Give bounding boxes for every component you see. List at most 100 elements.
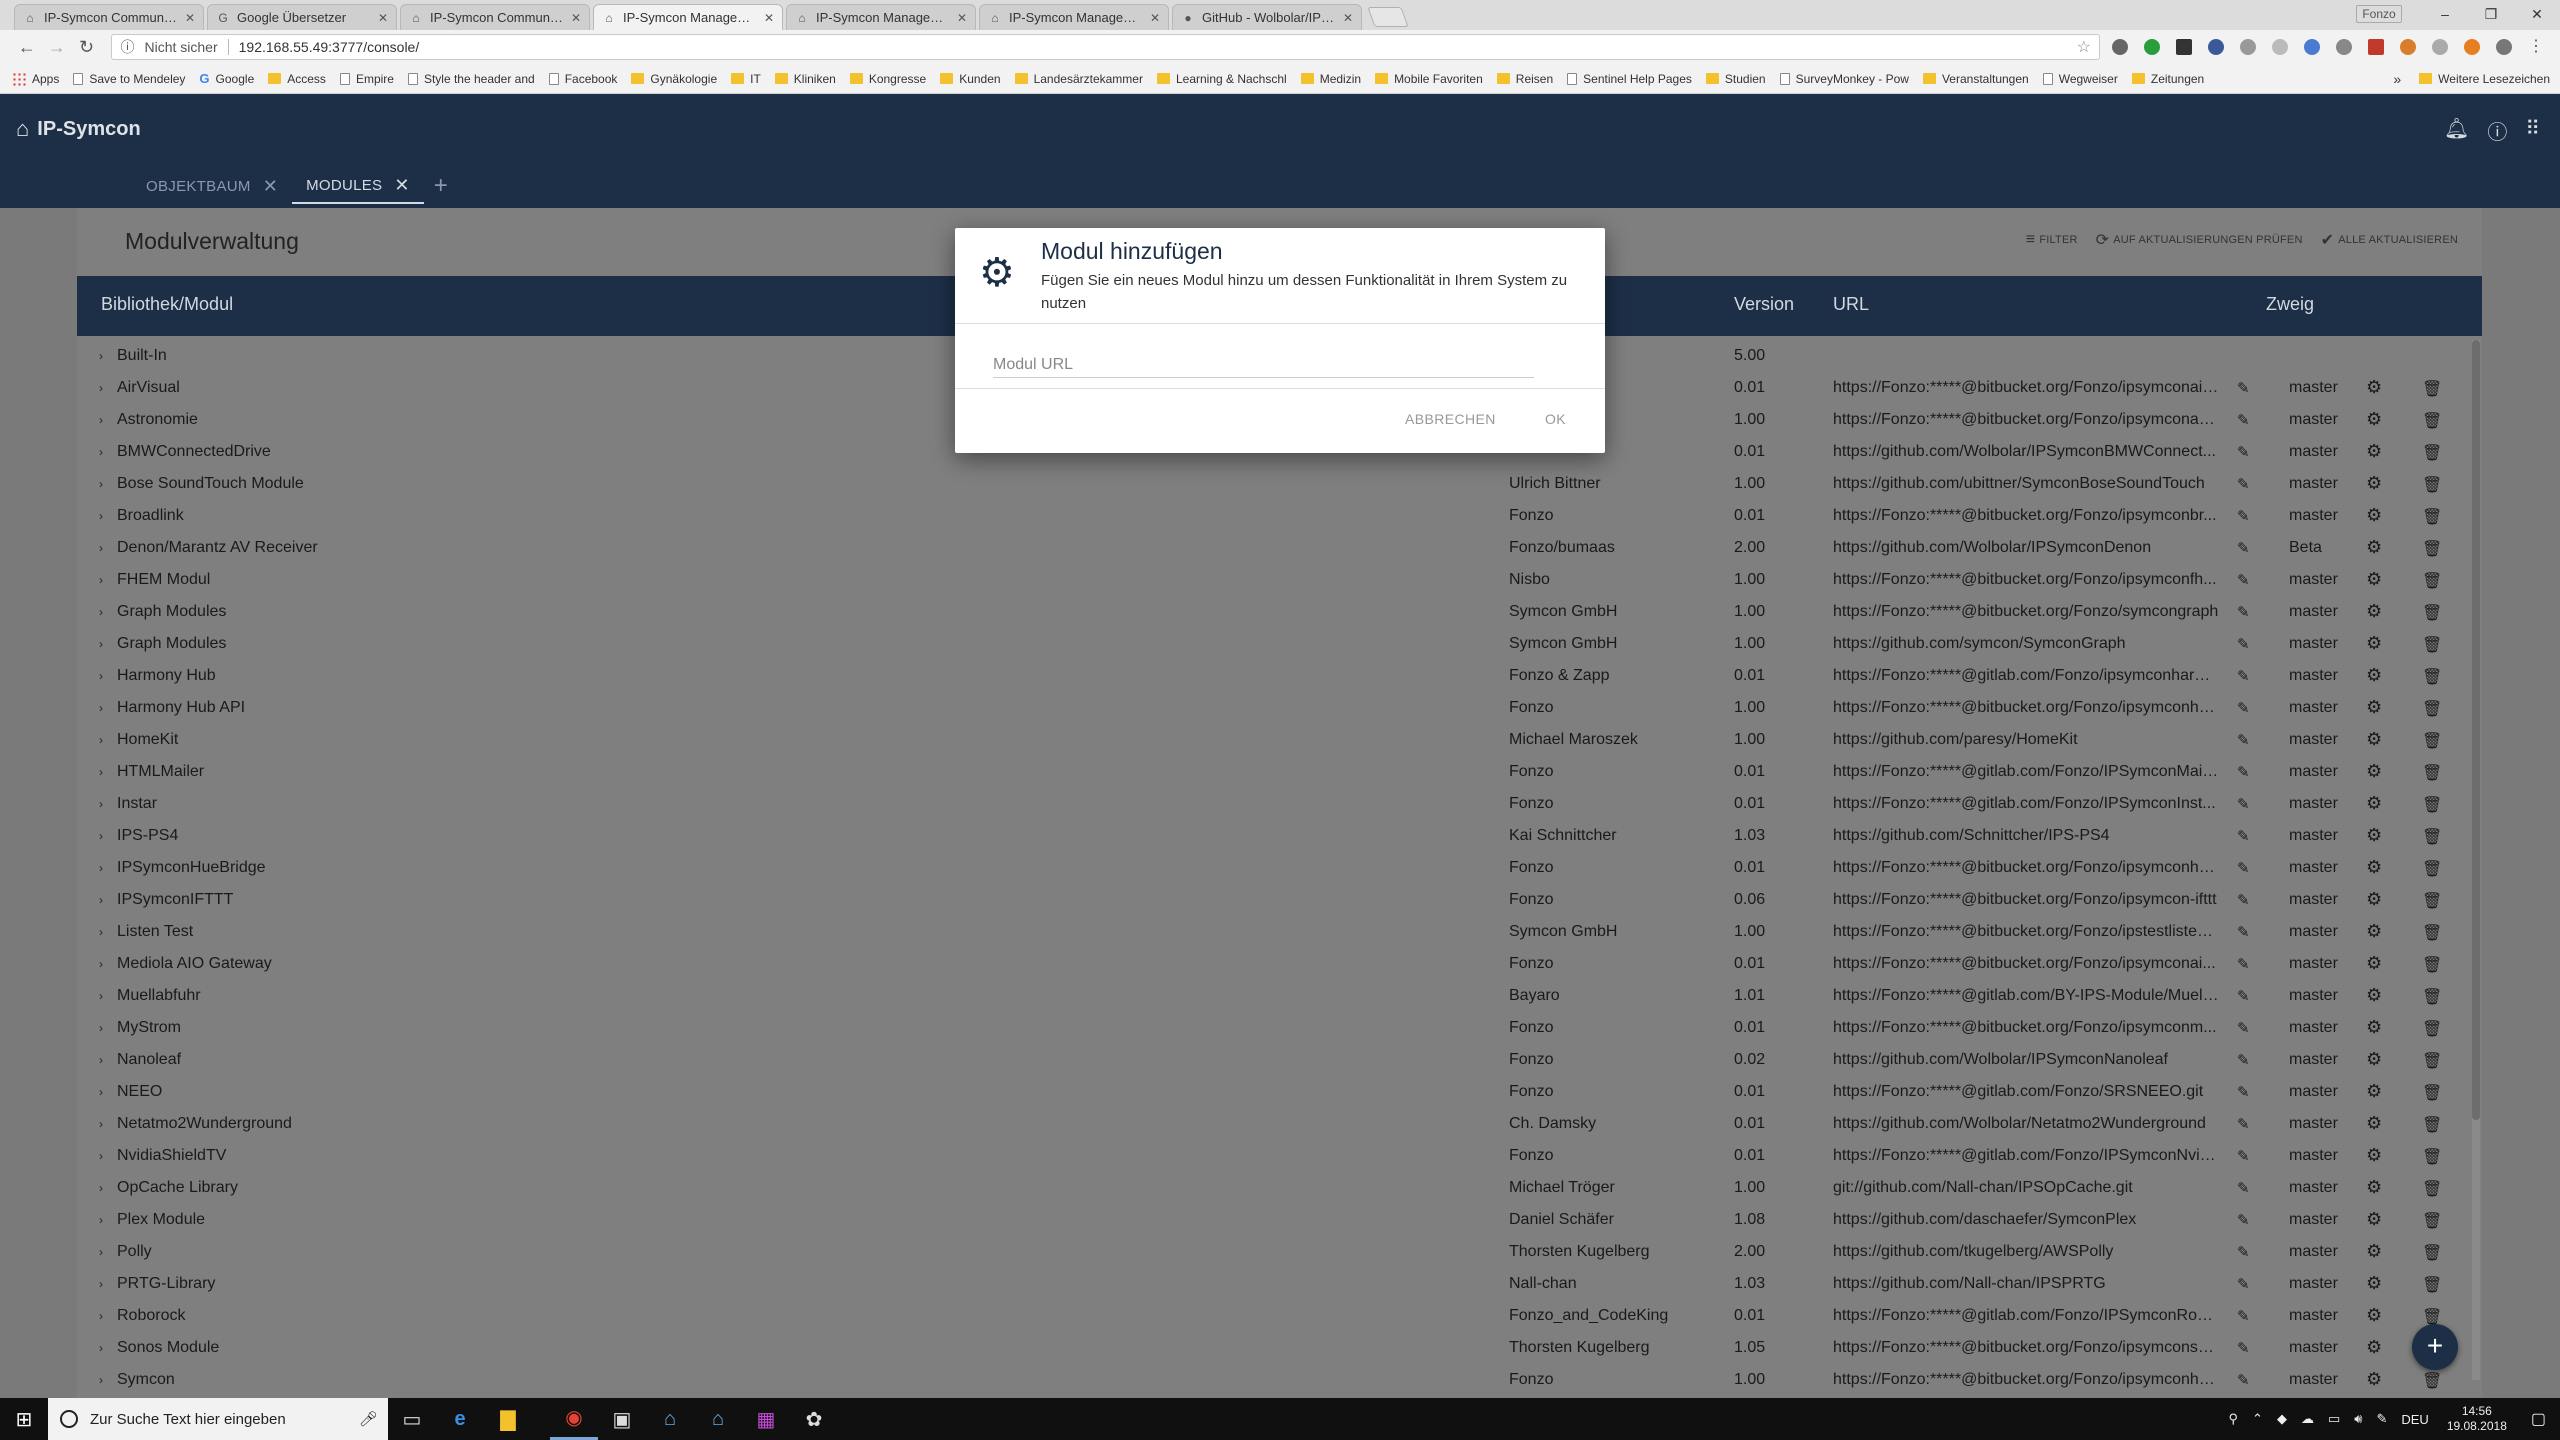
- edit-icon[interactable]: ✎: [2237, 891, 2250, 909]
- close-icon[interactable]: ✕: [571, 11, 581, 25]
- edit-icon[interactable]: ✎: [2237, 635, 2250, 653]
- extension-icon[interactable]: [2496, 39, 2512, 55]
- edit-icon[interactable]: ✎: [2237, 475, 2250, 493]
- table-row[interactable]: › Harmony Hub API Fonzo 1.00 https://Fonzo:*…: [77, 692, 2482, 724]
- close-icon[interactable]: ✕: [1150, 11, 1160, 25]
- url-text[interactable]: 192.168.55.49:3777/console/: [239, 39, 420, 55]
- edit-icon[interactable]: ✎: [2237, 667, 2250, 685]
- chevron-right-icon[interactable]: ›: [99, 797, 103, 811]
- gear-icon[interactable]: ⚙: [2366, 1305, 2382, 1326]
- gear-icon[interactable]: ⚙: [2366, 697, 2382, 718]
- bookmark-folder[interactable]: Kliniken: [774, 72, 836, 86]
- gear-icon[interactable]: ⚙: [2366, 1209, 2382, 1230]
- bookmark-link[interactable]: Apps: [12, 71, 59, 86]
- gear-icon[interactable]: ⚙: [2366, 601, 2382, 622]
- trash-icon[interactable]: 🗑︎: [2422, 1019, 2442, 1039]
- bookmark-folder[interactable]: Medizin: [1300, 72, 1361, 86]
- bookmark-folder[interactable]: Access: [268, 72, 326, 86]
- table-row[interactable]: › PRTG-Library Nall-chan 1.03 https://github…: [77, 1268, 2482, 1300]
- gear-icon[interactable]: ⚙: [2366, 569, 2382, 590]
- notification-icon[interactable]: ▢: [2531, 1409, 2546, 1429]
- browser-tab[interactable]: ⌂ IP-Symcon Community F ✕: [400, 4, 590, 30]
- trash-icon[interactable]: 🗑︎: [2422, 603, 2442, 623]
- edit-icon[interactable]: ✎: [2237, 1083, 2250, 1101]
- trash-icon[interactable]: 🗑︎: [2422, 1147, 2442, 1167]
- new-tab-button[interactable]: [1367, 7, 1409, 27]
- trash-icon[interactable]: 🗑︎: [2422, 475, 2442, 495]
- gear-icon[interactable]: ⚙: [2366, 921, 2382, 942]
- symcon-app-icon[interactable]: ⌂: [646, 1398, 694, 1440]
- cancel-button[interactable]: ABBRECHEN: [1405, 411, 1496, 427]
- chevron-right-icon[interactable]: ›: [99, 765, 103, 779]
- chevron-right-icon[interactable]: ›: [99, 477, 103, 491]
- trash-icon[interactable]: 🗑︎: [2422, 955, 2442, 975]
- phpstorm-icon[interactable]: ▦: [742, 1398, 790, 1440]
- table-row[interactable]: › NEEO Fonzo 0.01 https://Fonzo:*****@gitlab…: [77, 1076, 2482, 1108]
- edit-icon[interactable]: ✎: [2237, 1211, 2250, 1229]
- table-row[interactable]: › Muellabfuhr Bayaro 1.01 https://Fonzo:****…: [77, 980, 2482, 1012]
- bookmark-link[interactable]: Wegweiser: [2042, 72, 2118, 86]
- bookmark-folder[interactable]: Gynäkologie: [631, 72, 717, 86]
- bookmark-folder[interactable]: Studien: [1705, 72, 1766, 86]
- edit-icon[interactable]: ✎: [2237, 1147, 2250, 1165]
- update-all-button[interactable]: ✔ ALLE AKTUALISIEREN: [2321, 230, 2458, 250]
- edit-icon[interactable]: ✎: [2237, 987, 2250, 1005]
- gear-icon[interactable]: ⚙: [2366, 1049, 2382, 1070]
- edit-icon[interactable]: ✎: [2237, 859, 2250, 877]
- ok-button[interactable]: OK: [1545, 411, 1566, 427]
- browser-tab[interactable]: ⌂ IP-Symcon Management ✕: [593, 4, 783, 30]
- table-row[interactable]: › Graph Modules Symcon GmbH 1.00 https://git…: [77, 628, 2482, 660]
- scrollbar-thumb[interactable]: [2472, 340, 2480, 1120]
- trash-icon[interactable]: 🗑︎: [2422, 1243, 2442, 1263]
- add-module-fab[interactable]: +: [2412, 1324, 2458, 1370]
- bookmark-folder[interactable]: Kunden: [940, 72, 1001, 86]
- gear-icon[interactable]: ⚙: [2366, 1017, 2382, 1038]
- people-icon[interactable]: ⚲: [2229, 1411, 2239, 1427]
- table-row[interactable]: › Graph Modules Symcon GmbH 1.00 https://Fon…: [77, 596, 2482, 628]
- table-row[interactable]: › NvidiaShieldTV Fonzo 0.01 https://Fonzo:**…: [77, 1140, 2482, 1172]
- table-row[interactable]: › IPS-PS4 Kai Schnittcher 1.03 https://githu…: [77, 820, 2482, 852]
- edit-icon[interactable]: ✎: [2237, 539, 2250, 557]
- column-header-version[interactable]: Version: [1734, 294, 1794, 315]
- chevron-right-icon[interactable]: ›: [99, 413, 103, 427]
- edit-icon[interactable]: ✎: [2237, 699, 2250, 717]
- extension-icon[interactable]: [2112, 39, 2128, 55]
- table-row[interactable]: › OpCache Library Michael Tröger 1.00 git://…: [77, 1172, 2482, 1204]
- gear-icon[interactable]: ⚙: [2366, 1145, 2382, 1166]
- chevron-right-icon[interactable]: ›: [99, 861, 103, 875]
- gear-icon[interactable]: ⚙: [2366, 633, 2382, 654]
- clock[interactable]: 14:56 19.08.2018: [2447, 1404, 2507, 1434]
- bookmark-folder[interactable]: Learning & Nachschl: [1156, 72, 1287, 86]
- app-icon[interactable]: ✿: [790, 1398, 838, 1440]
- table-row[interactable]: › Harmony Hub Fonzo & Zapp 0.01 https://Fonz…: [77, 660, 2482, 692]
- close-icon[interactable]: ✕: [764, 11, 774, 25]
- bookmark-link[interactable]: Facebook: [548, 72, 617, 86]
- chevron-right-icon[interactable]: ›: [99, 1277, 103, 1291]
- trash-icon[interactable]: 🗑︎: [2422, 443, 2442, 463]
- chevron-right-icon[interactable]: ›: [99, 541, 103, 555]
- chevron-right-icon[interactable]: ›: [99, 957, 103, 971]
- browser-tab[interactable]: ⌂ IP-Symcon Management ✕: [786, 4, 976, 30]
- browser-tab[interactable]: ● GitHub - Wolbolar/IPSym ✕: [1172, 4, 1362, 30]
- dropbox-icon[interactable]: ◆: [2277, 1411, 2287, 1427]
- table-row[interactable]: › IPSymconHueBridge Fonzo 0.01 https://Fonzo…: [77, 852, 2482, 884]
- extension-icon[interactable]: [2336, 39, 2352, 55]
- extension-icon[interactable]: [2144, 39, 2160, 55]
- edit-icon[interactable]: ✎: [2237, 1051, 2250, 1069]
- trash-icon[interactable]: 🗑︎: [2422, 859, 2442, 879]
- table-row[interactable]: › Instar Fonzo 0.01 https://Fonzo:*****@gitl…: [77, 788, 2482, 820]
- bookmark-link[interactable]: G Google: [199, 71, 254, 86]
- forward-icon[interactable]: →: [42, 37, 72, 58]
- bookmark-folder[interactable]: Landesärztekammer: [1014, 72, 1143, 86]
- edge-icon[interactable]: e: [436, 1398, 484, 1440]
- extension-icon[interactable]: [2176, 39, 2192, 55]
- bookmark-link[interactable]: Sentinel Help Pages: [1567, 72, 1692, 86]
- info-icon[interactable]: ⓘ: [120, 37, 134, 57]
- gear-icon[interactable]: ⚙: [2366, 1177, 2382, 1198]
- chevron-right-icon[interactable]: ›: [99, 1181, 103, 1195]
- chevron-up-icon[interactable]: ⌃: [2252, 1411, 2263, 1427]
- gear-icon[interactable]: ⚙: [2366, 1081, 2382, 1102]
- chevron-right-icon[interactable]: ›: [99, 573, 103, 587]
- check-updates-button[interactable]: ⟳ AUF AKTUALISIERUNGEN PRÜFEN: [2096, 230, 2303, 250]
- back-icon[interactable]: ←: [12, 37, 42, 58]
